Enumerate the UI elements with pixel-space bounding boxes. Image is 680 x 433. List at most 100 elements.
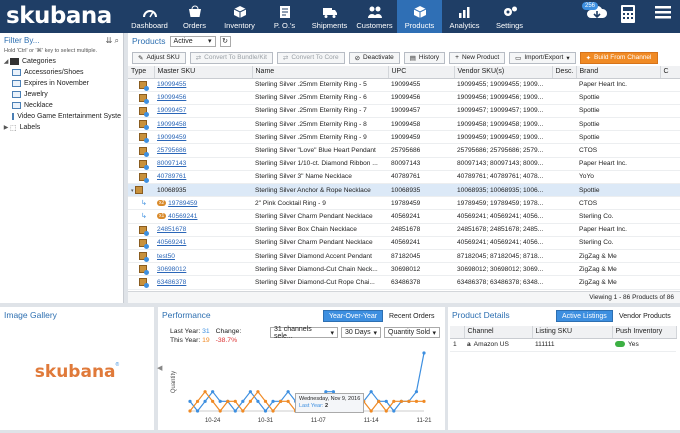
sku-link[interactable]: 40569241 xyxy=(168,213,197,220)
sku-link[interactable]: 19789459 xyxy=(168,200,197,207)
column-header[interactable]: C xyxy=(660,66,680,79)
channels-select[interactable]: 31 channels sele... ▾ xyxy=(270,326,338,340)
data-point[interactable] xyxy=(263,409,268,413)
sku-link[interactable]: 30698012 xyxy=(157,266,186,273)
data-point[interactable] xyxy=(369,409,373,413)
data-point[interactable] xyxy=(422,399,426,403)
table-row[interactable]: 19099457 Sterling Silver .25mm Eternity R… xyxy=(128,104,680,119)
data-point[interactable] xyxy=(203,399,207,403)
column-header[interactable]: Vendor SKU(s) xyxy=(454,66,553,79)
cloud-download-icon[interactable]: 256 xyxy=(582,2,608,24)
tree-item[interactable]: Accessories/Shoes xyxy=(2,67,121,78)
sku-link[interactable]: 10068935 xyxy=(157,187,186,194)
data-point[interactable] xyxy=(188,409,192,413)
tree-labels[interactable]: ▶ ⬚ Labels xyxy=(2,122,121,133)
menu-icon[interactable] xyxy=(654,4,674,24)
data-point[interactable] xyxy=(278,399,283,403)
search-icon[interactable]: ⌕ xyxy=(115,36,119,45)
history-button[interactable]: ▤ History xyxy=(403,51,446,64)
data-point[interactable] xyxy=(203,390,207,394)
tab-recent-orders[interactable]: Recent Orders xyxy=(384,310,440,322)
sku-link[interactable]: 19099455 xyxy=(157,81,186,88)
column-header[interactable]: Master SKU xyxy=(154,66,253,79)
tree-categories[interactable]: ◢ Categories xyxy=(2,56,121,67)
column-header[interactable]: Channel xyxy=(464,326,533,339)
table-row[interactable]: 24851678 Sterling Silver Box Chain Neckla… xyxy=(128,223,680,237)
data-point[interactable] xyxy=(407,399,411,403)
column-header[interactable]: Listing SKU xyxy=(532,326,613,339)
table-row[interactable]: ↳ x1 40569241 Sterling Silver Charm Pendan… xyxy=(128,209,680,224)
table-row[interactable]: ↳ x2 19789459 2" Pink Cocktail Ring - 9 197… xyxy=(128,196,680,211)
table-row[interactable]: 1 a Amazon US 111111 Yes xyxy=(450,338,676,352)
chart-prev-icon[interactable]: ◀ xyxy=(157,364,162,372)
table-row[interactable]: 19099455 Sterling Silver .25mm Eternity R… xyxy=(128,78,680,92)
data-point[interactable] xyxy=(369,390,373,394)
data-point[interactable] xyxy=(241,399,245,403)
data-point[interactable] xyxy=(188,399,192,403)
data-point[interactable] xyxy=(286,399,290,403)
data-point[interactable] xyxy=(226,399,230,403)
data-point[interactable] xyxy=(241,409,245,413)
column-header[interactable]: Push Inventory xyxy=(612,326,677,339)
sku-link[interactable]: 40789761 xyxy=(157,173,186,180)
nav-shipments[interactable]: Shipments xyxy=(307,0,352,33)
tree-item[interactable]: Expires in November xyxy=(2,78,121,89)
status-filter-select[interactable]: Active ▾ xyxy=(169,35,216,47)
refresh-icon[interactable]: ↻ xyxy=(219,35,231,47)
data-point[interactable] xyxy=(248,390,252,394)
column-header[interactable]: Type xyxy=(128,66,155,79)
expand-icon[interactable]: ◢ xyxy=(2,58,10,65)
data-point[interactable] xyxy=(233,409,237,413)
nav-orders[interactable]: Orders xyxy=(172,0,217,33)
table-row[interactable]: test50 Sterling Silver Diamond Accent Pen… xyxy=(128,249,680,264)
tab-vendor-products[interactable]: Vendor Products xyxy=(614,310,676,322)
import-export-button[interactable]: ▭ Import/Export ▾ xyxy=(509,51,576,64)
data-point[interactable] xyxy=(399,399,403,403)
data-point[interactable] xyxy=(384,409,388,413)
sku-link[interactable]: 63486378 xyxy=(157,279,186,286)
data-point[interactable] xyxy=(286,390,290,394)
table-row[interactable]: 30698012 Sterling Silver Diamond-Cut Chai… xyxy=(128,262,680,277)
nav-inventory[interactable]: Inventory xyxy=(217,0,262,33)
metric-select[interactable]: Quantity Sold ▾ xyxy=(384,327,440,338)
collapse-row-icon[interactable]: ▾ xyxy=(131,188,134,194)
data-point[interactable] xyxy=(256,390,260,394)
data-point[interactable] xyxy=(218,409,222,413)
table-row[interactable]: 19099456 Sterling Silver .25mm Eternity R… xyxy=(128,91,680,105)
days-select[interactable]: 30 Days ▾ xyxy=(341,327,381,338)
data-point[interactable] xyxy=(422,351,426,355)
data-point[interactable] xyxy=(256,399,260,403)
nav-products[interactable]: Products xyxy=(397,0,442,33)
data-point[interactable] xyxy=(211,399,215,403)
app-logo[interactable]: skubana xyxy=(6,3,112,29)
data-point[interactable] xyxy=(218,399,222,403)
table-row[interactable]: 25795686 Sterling Silver "Love" Blue Hear… xyxy=(128,143,680,158)
data-point[interactable] xyxy=(392,399,396,403)
nav-customers[interactable]: Customers xyxy=(352,0,397,33)
expand-icon[interactable]: ▶ xyxy=(2,124,10,131)
sku-link[interactable]: test50 xyxy=(157,253,175,260)
table-row[interactable]: 40569241 Sterling Silver Charm Pendant Ne… xyxy=(128,236,680,250)
product-image[interactable]: skubana® xyxy=(0,362,154,382)
table-row[interactable]: 80097143 Sterling Silver 1/10-ct. Diamond… xyxy=(128,157,680,171)
data-point[interactable] xyxy=(195,399,200,403)
table-row[interactable]: 19099459 Sterling Silver .25mm Eternity R… xyxy=(128,130,680,145)
sku-link[interactable]: 19099459 xyxy=(157,134,186,141)
data-point[interactable] xyxy=(233,399,237,403)
tree-item[interactable]: Video Game Entertainment Syste xyxy=(2,111,121,122)
convert-bundle-button[interactable]: ⇄ Convert To Bundle/Kit xyxy=(189,51,273,64)
tree-item[interactable]: Necklace xyxy=(2,100,121,111)
nav-dashboard[interactable]: Dashboard xyxy=(127,0,172,33)
table-row[interactable]: 19099458 Sterling Silver .25mm Eternity R… xyxy=(128,117,680,132)
sku-link[interactable]: 40569241 xyxy=(157,239,186,246)
table-row[interactable]: 63486378 Sterling Silver Diamond-Cut Rope… xyxy=(128,275,680,290)
deactivate-button[interactable]: ⊘ Deactivate xyxy=(348,51,400,64)
data-point[interactable] xyxy=(211,390,215,394)
sku-link[interactable]: 19099456 xyxy=(157,94,186,101)
data-point[interactable] xyxy=(414,399,419,403)
calculator-icon[interactable] xyxy=(620,4,640,24)
data-point[interactable] xyxy=(377,399,381,403)
adjust-sku-button[interactable]: ✎ Adjust SKU xyxy=(132,51,186,64)
tree-item[interactable]: Jewelry xyxy=(2,89,121,100)
sku-link[interactable]: 19099457 xyxy=(157,107,186,114)
